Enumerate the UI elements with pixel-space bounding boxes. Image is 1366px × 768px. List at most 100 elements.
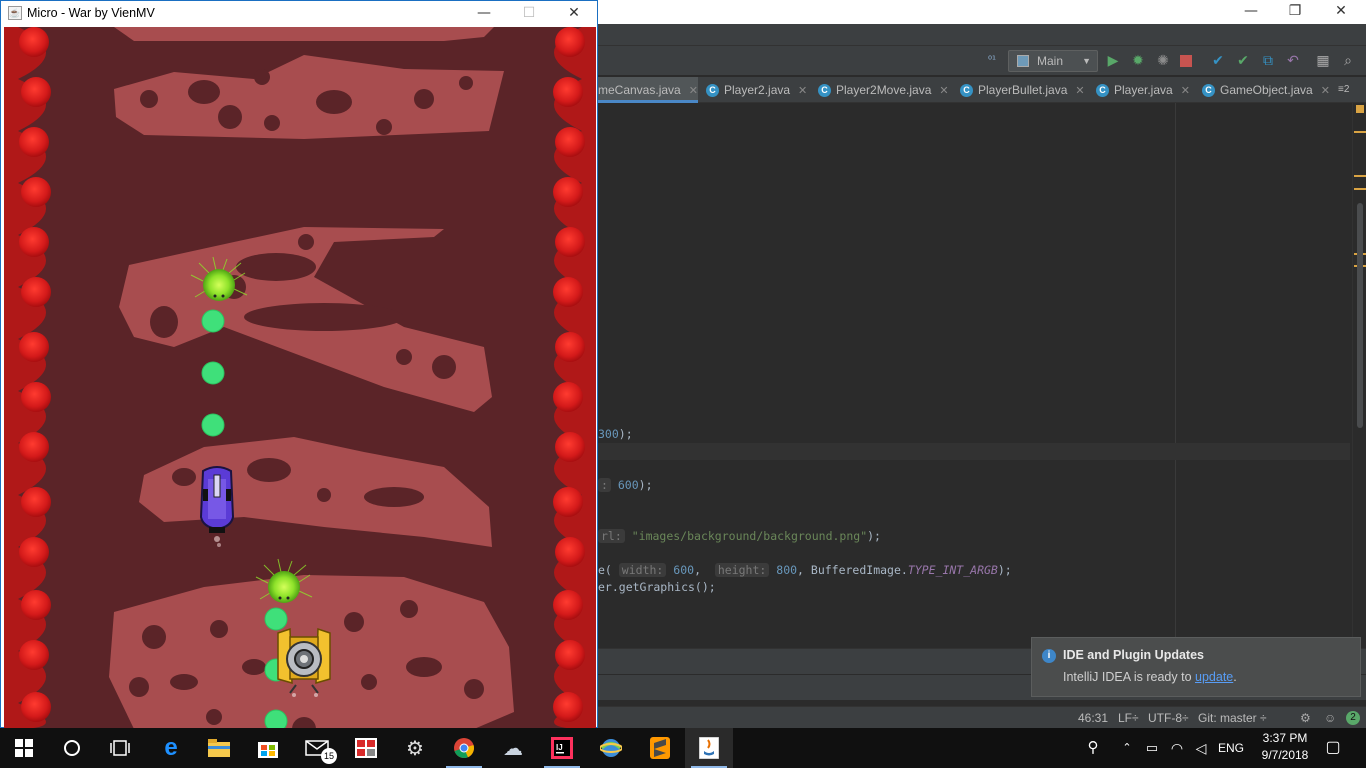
bullet: [201, 361, 225, 385]
lock-icon[interactable]: ⚙: [1300, 707, 1311, 729]
store-icon: [258, 742, 278, 758]
vcs-update-icon[interactable]: ✔: [1210, 53, 1226, 69]
bullet: [201, 309, 225, 333]
ide-close-button[interactable]: ✕: [1318, 0, 1364, 24]
notification-center-icon[interactable]: ▢: [1320, 728, 1346, 768]
globe-icon: [600, 739, 622, 757]
wifi-icon[interactable]: ◠: [1166, 728, 1188, 768]
taskbar-edge[interactable]: e: [147, 728, 195, 768]
taskbar-mail[interactable]: 15: [293, 728, 341, 768]
vcs-commit-icon[interactable]: ✔: [1235, 53, 1251, 69]
chevron-up-icon[interactable]: ⌃: [1118, 728, 1136, 768]
tab-label: meCanvas.java: [598, 83, 681, 97]
close-icon[interactable]: ✕: [798, 85, 807, 97]
taskbar-ie[interactable]: [587, 728, 635, 768]
project-structure-icon[interactable]: ▦: [1315, 53, 1331, 69]
java-app-icon: ☕: [8, 6, 22, 20]
close-icon[interactable]: ✕: [1321, 85, 1330, 97]
line-separator[interactable]: LF÷: [1118, 707, 1139, 729]
inspector-icon[interactable]: ☺: [1324, 707, 1336, 729]
taskbar-java-game[interactable]: [685, 728, 733, 768]
close-icon[interactable]: ✕: [1075, 85, 1084, 97]
error-stripe[interactable]: [1354, 188, 1366, 190]
windows-logo-icon: [15, 739, 33, 757]
search-icon[interactable]: ⌕: [1340, 53, 1356, 69]
java-icon: [699, 737, 719, 759]
taskbar-intellij[interactable]: IJ: [538, 728, 586, 768]
ide-minimize-button[interactable]: —: [1228, 0, 1274, 24]
tab-overflow-button[interactable]: ≡2: [1338, 77, 1349, 103]
game-minimize-button[interactable]: —: [461, 2, 507, 26]
cat-icon: ☁: [503, 737, 523, 760]
chevron-down-icon: ▼: [1082, 56, 1091, 66]
class-icon: C: [1202, 84, 1215, 98]
cortana-button[interactable]: [48, 728, 96, 768]
game-maximize-button[interactable]: ☐: [506, 2, 552, 26]
code-line: : 600);: [598, 478, 653, 492]
language-indicator[interactable]: ENG: [1214, 728, 1248, 768]
game-canvas[interactable]: [4, 27, 596, 729]
gear-icon: ⚙: [406, 737, 424, 760]
edge-icon: e: [164, 734, 178, 761]
game-window: ☕ Micro - War by VienMV — ☐ ✕: [0, 0, 598, 729]
app-grid-icon: [355, 738, 377, 758]
close-icon[interactable]: ✕: [689, 85, 698, 97]
run-config-label: Main: [1037, 54, 1064, 68]
volume-icon[interactable]: ◁: [1190, 728, 1212, 768]
folder-icon: [208, 739, 230, 757]
tissue-cluster: [114, 27, 494, 41]
coverage-icon[interactable]: ✺: [1155, 53, 1171, 69]
git-branch[interactable]: Git: master ÷: [1198, 707, 1267, 729]
error-stripe[interactable]: [1354, 131, 1366, 133]
tab-playerbullet[interactable]: C PlayerBullet.java ✕: [960, 77, 1085, 103]
vcs-history-icon[interactable]: ⧉: [1260, 53, 1276, 69]
editor-scrollbar[interactable]: [1352, 103, 1366, 648]
run-icon[interactable]: ▶: [1105, 53, 1121, 69]
file-encoding[interactable]: UTF-8÷: [1148, 707, 1189, 729]
bullet: [264, 607, 288, 631]
sublime-icon: [650, 737, 670, 759]
taskbar-explorer[interactable]: [195, 728, 243, 768]
taskbar-app-red[interactable]: [342, 728, 390, 768]
error-stripe[interactable]: [1354, 175, 1366, 177]
taskbar-teamviewer[interactable]: ⚙: [391, 728, 439, 768]
start-button[interactable]: [0, 728, 48, 768]
stop-icon[interactable]: [1180, 55, 1192, 67]
close-icon[interactable]: ✕: [939, 85, 948, 97]
taskbar-chrome[interactable]: [440, 728, 488, 768]
class-icon: C: [706, 84, 719, 98]
taskbar-app-cat[interactable]: ☁: [489, 728, 537, 768]
tab-gameobject[interactable]: C GameObject.java ✕: [1202, 77, 1330, 103]
taskbar-store[interactable]: [244, 728, 292, 768]
tab-player[interactable]: C Player.java ✕: [1096, 77, 1190, 103]
tab-gamecanvas[interactable]: meCanvas.java ✕: [598, 77, 698, 103]
chrome-icon: [454, 738, 474, 759]
update-notification[interactable]: i IDE and Plugin Updates IntelliJ IDEA i…: [1031, 637, 1361, 697]
ide-restore-button[interactable]: ❐: [1272, 0, 1318, 24]
system-clock[interactable]: 3:37 PM 9/7/2018: [1250, 730, 1320, 764]
scrollbar-thumb[interactable]: [1357, 203, 1363, 428]
debug-icon[interactable]: ✹: [1130, 53, 1146, 69]
close-icon[interactable]: ✕: [1181, 85, 1190, 97]
game-close-button[interactable]: ✕: [551, 2, 597, 26]
run-config-icon: [1017, 55, 1029, 67]
binary-icon[interactable]: ⁰¹: [984, 53, 1000, 69]
battery-icon[interactable]: ▭: [1142, 728, 1162, 768]
revert-icon[interactable]: ↶: [1285, 53, 1301, 69]
game-titlebar[interactable]: ☕ Micro - War by VienMV — ☐ ✕: [1, 1, 597, 27]
warning-marker[interactable]: [1356, 105, 1364, 113]
current-line-highlight: [598, 443, 1350, 460]
taskbar-sublime[interactable]: [636, 728, 684, 768]
info-icon: i: [1042, 649, 1056, 663]
people-icon[interactable]: ⚲: [1082, 728, 1104, 768]
task-view-button[interactable]: [96, 728, 144, 768]
tab-player2[interactable]: C Player2.java ✕: [706, 77, 807, 103]
game-title: Micro - War by VienMV: [27, 6, 155, 20]
update-link[interactable]: update: [1195, 670, 1233, 684]
tab-player2move[interactable]: C Player2Move.java ✕: [818, 77, 949, 103]
event-log-badge[interactable]: 2: [1346, 711, 1360, 725]
run-config-select[interactable]: Main ▼: [1008, 50, 1098, 72]
caret-position[interactable]: 46:31: [1078, 707, 1108, 729]
notification-title: IDE and Plugin Updates: [1063, 648, 1204, 662]
cortana-icon: [64, 740, 80, 756]
